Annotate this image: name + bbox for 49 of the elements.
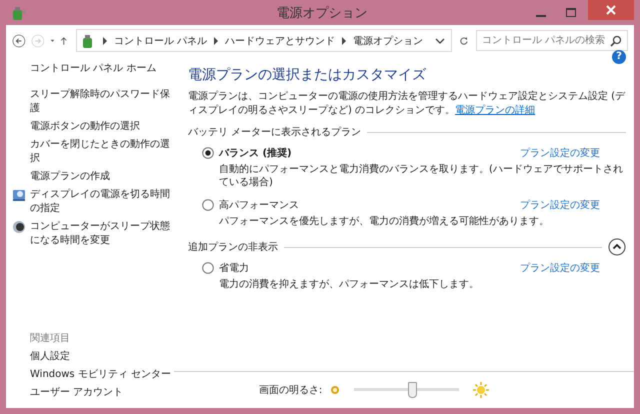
plan-description: 自動的にパフォーマンスと電力消費のバランスを取ります。(ハードウェアでサポートされている場合): [218, 163, 624, 189]
help-button[interactable]: ?: [612, 50, 626, 64]
search-icon[interactable]: [610, 34, 622, 46]
address-bar[interactable]: コントロール パネル ハードウェアとサウンド 電源オプション: [76, 29, 452, 52]
radio-button[interactable]: [202, 147, 214, 159]
sidebar-link[interactable]: 電源プランの作成: [30, 170, 110, 184]
plan-name[interactable]: 高パフォーマンス: [219, 198, 299, 212]
slider-thumb[interactable]: [408, 382, 417, 398]
plan-description: パフォーマンスを優先しますが、電力の消費が増える可能性があります。: [218, 215, 550, 228]
plan-settings-link[interactable]: プラン設定の変更: [520, 261, 600, 275]
group-title: バッテリ メーターに表示されるプラン: [188, 126, 362, 139]
description-text: 電源プランは、コンピューターの電源の使用方法を管理するハードウェア設定とシステム設定 (ディスプレイの明るさやスリープなど) のコレクションです。電源プランの詳細: [188, 90, 626, 118]
caret-icon[interactable]: [50, 38, 55, 44]
plan-settings-link[interactable]: プラン設定の変更: [520, 198, 600, 212]
dim-sun-icon: [330, 385, 340, 395]
details-link[interactable]: 電源プランの詳細: [455, 105, 536, 116]
sidebar-link[interactable]: ユーザー アカウント: [30, 386, 174, 400]
bright-sun-icon: [473, 382, 490, 398]
dropdown-icon[interactable]: [435, 36, 446, 44]
chevron-right-icon[interactable]: [213, 36, 220, 44]
chevron-right-icon[interactable]: [102, 36, 108, 44]
plan-settings-link[interactable]: プラン設定の変更: [520, 146, 600, 160]
window-title: 電源オプション: [276, 4, 368, 22]
radio-button[interactable]: [202, 199, 214, 211]
plan-description: 電力の消費を抑えますが、パフォーマンスは低下します。: [218, 278, 480, 291]
breadcrumb[interactable]: ハードウェアとサウンド: [225, 34, 336, 48]
close-icon[interactable]: [588, 0, 634, 20]
monitor-icon: [12, 188, 26, 202]
moon-icon: [12, 220, 26, 234]
brightness-label: 画面の明るさ:: [258, 384, 322, 397]
sidebar-link[interactable]: スリープ解除時のパスワード保護: [30, 88, 174, 116]
sidebar-link[interactable]: 電源ボタンの動作の選択: [30, 120, 140, 134]
page-heading: 電源プランの選択またはカスタマイズ: [188, 66, 427, 84]
sidebar-link[interactable]: コンピューターがスリープ状態になる時間を変更: [30, 220, 174, 248]
sidebar-link[interactable]: 個人設定: [30, 350, 174, 364]
sidebar-link[interactable]: コントロール パネル ホーム: [30, 62, 174, 76]
group-title: 追加プランの非表示: [188, 240, 278, 254]
breadcrumb[interactable]: コントロール パネル: [114, 34, 208, 48]
radio-button[interactable]: [202, 262, 214, 274]
search-field[interactable]: コントロール パネルの検索: [476, 30, 628, 51]
breadcrumb[interactable]: 電源オプション: [353, 34, 424, 48]
sidebar-link[interactable]: カバーを閉じたときの動作の選択: [30, 138, 174, 166]
plan-name[interactable]: 省電力: [219, 261, 249, 275]
sidebar-link[interactable]: Windows モビリティ センター: [30, 368, 174, 382]
sidebar-link[interactable]: ディスプレイの電源を切る時間の指定: [30, 188, 174, 216]
plan-name[interactable]: バランス (推奨): [219, 146, 292, 160]
chevron-right-icon[interactable]: [341, 36, 348, 44]
section-title: 関連項目: [30, 332, 71, 346]
collapse-icon[interactable]: [608, 238, 626, 256]
